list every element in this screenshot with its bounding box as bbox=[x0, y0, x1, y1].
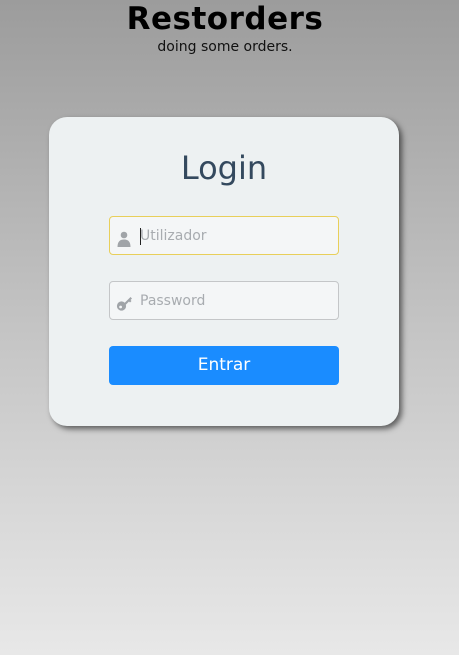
app-title: Restorders bbox=[126, 1, 324, 37]
user-icon bbox=[116, 228, 132, 248]
key-icon bbox=[116, 293, 132, 313]
username-field[interactable] bbox=[109, 216, 339, 255]
password-field[interactable] bbox=[109, 281, 339, 320]
password-input[interactable] bbox=[140, 282, 330, 319]
username-input[interactable] bbox=[140, 217, 330, 254]
login-heading: Login bbox=[180, 149, 268, 187]
app-subtitle: doing some orders. bbox=[157, 39, 293, 55]
login-button[interactable]: Entrar bbox=[109, 346, 339, 385]
login-card: Login Entrar bbox=[49, 117, 399, 426]
